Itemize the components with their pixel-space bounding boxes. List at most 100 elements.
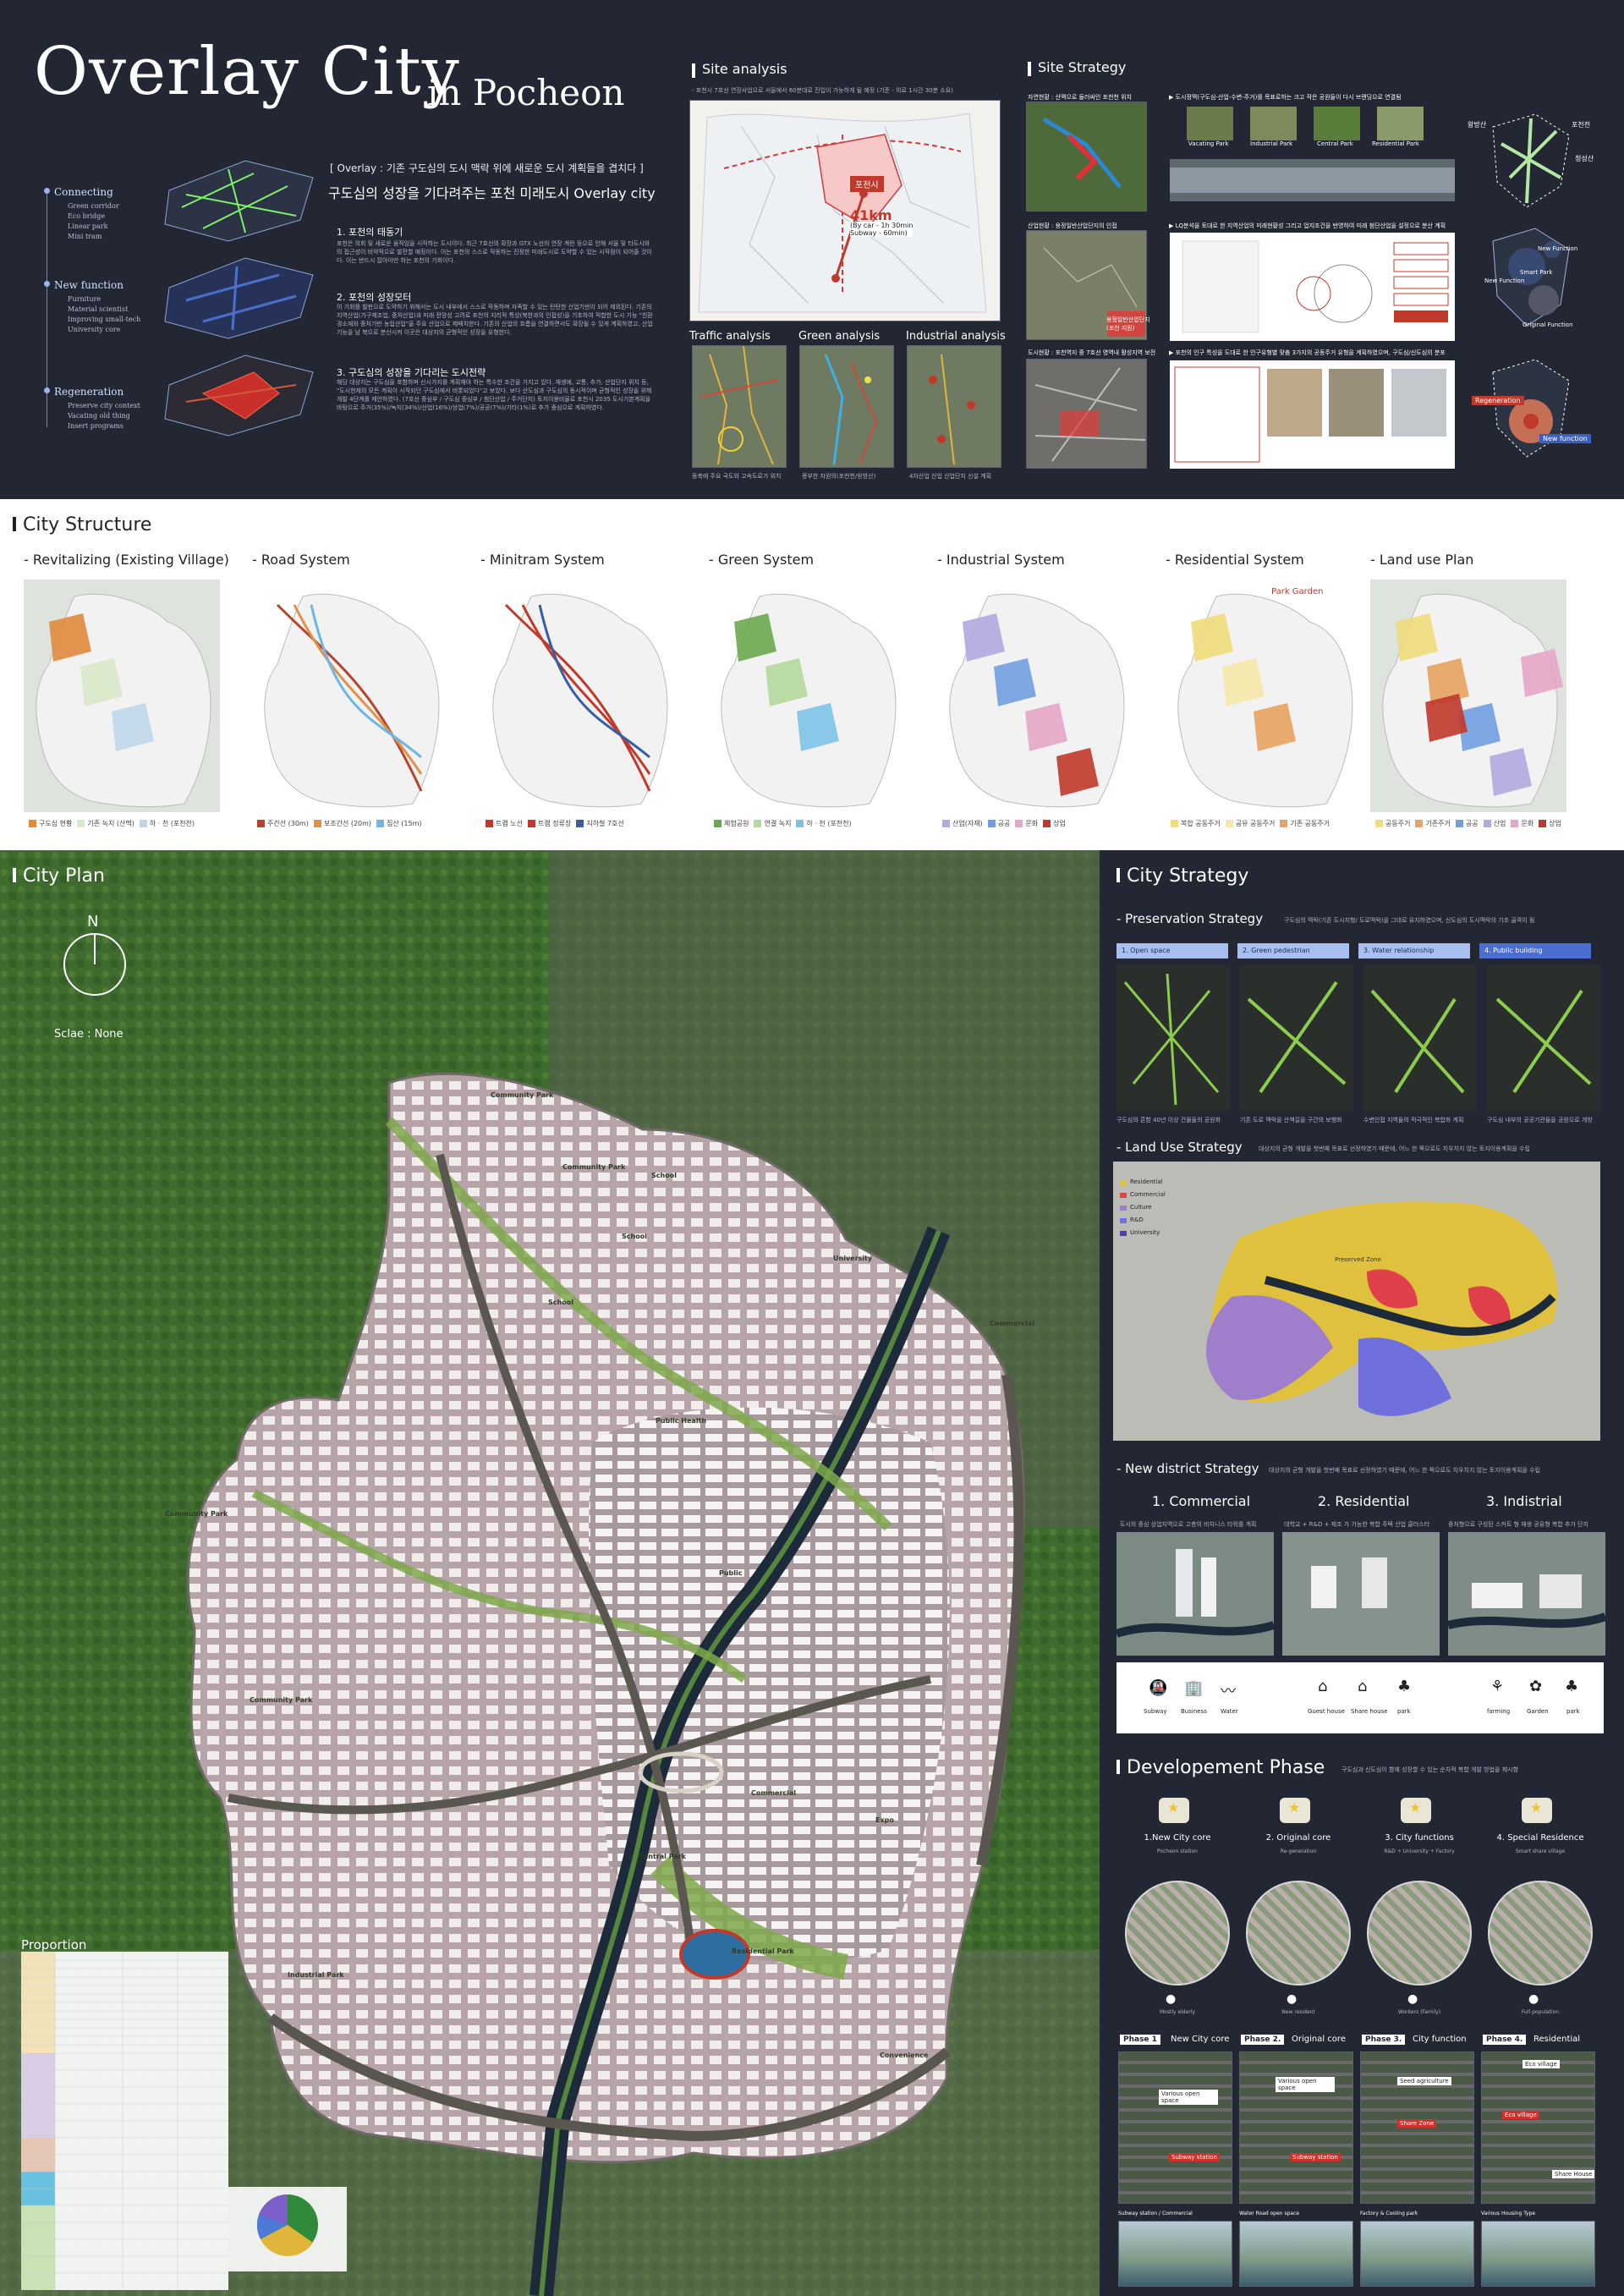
structure-panel-map bbox=[480, 579, 677, 812]
structure-panel-map bbox=[709, 579, 905, 812]
section-body: 포천은 의회 및 새로운 움직임을 시작하는 도시이다. 최근 7호선의 확장과… bbox=[337, 240, 652, 264]
district-industrial-title: 3. Indistrial bbox=[1486, 1493, 1562, 1509]
legend-swatch bbox=[29, 820, 36, 827]
legend-label: 공공 bbox=[997, 820, 1011, 827]
land-use-legend: Culture bbox=[1130, 1204, 1152, 1211]
structure-panel-title: - Green System bbox=[709, 552, 815, 568]
tab-public-building[interactable]: 4. Public building bbox=[1479, 943, 1591, 958]
structure-legend: 체험공원 연결 녹지 하 · 천 (포천천) bbox=[709, 819, 852, 828]
callout-regeneration: Regeneration bbox=[1472, 396, 1524, 405]
section-heading: 3. 구도심의 성장을 기다리는 도시전략 bbox=[337, 367, 486, 378]
icon-label: park bbox=[1566, 1708, 1580, 1715]
phase-map-tag: Eco village bbox=[1522, 2060, 1560, 2068]
legend-swatch bbox=[1015, 820, 1023, 827]
legend-swatch bbox=[754, 820, 762, 827]
layer-item: Eco bridge bbox=[68, 212, 106, 220]
park-icon: ♣ bbox=[1397, 1678, 1412, 1695]
city-strategy-panel: City Strategy - Preservation Strategy 구도… bbox=[1100, 850, 1624, 2296]
legend-swatch bbox=[1483, 820, 1491, 827]
legend-swatch bbox=[257, 820, 265, 827]
park-label: Industrial Park bbox=[1250, 140, 1293, 147]
city-strategy-title: City Strategy bbox=[1116, 865, 1248, 887]
phase-tag: Phase 4. bbox=[1483, 2035, 1527, 2045]
tab-open-space[interactable]: 1. Open space bbox=[1116, 943, 1228, 958]
traffic-analysis-label: Traffic analysis bbox=[689, 330, 771, 343]
legend-swatch bbox=[942, 820, 950, 827]
layer-regeneration-map bbox=[164, 354, 314, 437]
phase-circle-map bbox=[1125, 1881, 1230, 1986]
phase-map-tag: Subway station bbox=[1290, 2153, 1341, 2161]
structure-legend: 공동주거 기존주거 공공 산업 문화 상업 bbox=[1370, 819, 1561, 828]
green-analysis-label: Green analysis bbox=[798, 330, 881, 343]
layer-dot bbox=[44, 281, 50, 287]
people-icon: ● bbox=[1407, 1992, 1418, 2006]
map-label: Convenience bbox=[880, 2052, 929, 2059]
layer-new-function-map bbox=[164, 257, 314, 339]
compass-north: N bbox=[87, 913, 99, 931]
phase-map-tag: Share House bbox=[1552, 2170, 1595, 2178]
structure-panel-map bbox=[24, 579, 220, 812]
poster-subtitle: in Pocheon bbox=[427, 72, 625, 113]
city-structure-title: City Structure bbox=[13, 514, 151, 536]
tab-water-relationship[interactable]: 3. Water relationship bbox=[1358, 943, 1470, 958]
icon-label: Business bbox=[1181, 1708, 1207, 1715]
legend-swatch bbox=[1375, 820, 1383, 827]
map-label: Central Park bbox=[639, 1853, 686, 1860]
callout: Original Function bbox=[1522, 321, 1573, 328]
star-icon: ★ bbox=[1530, 1799, 1543, 1815]
phase-circle-map bbox=[1246, 1881, 1351, 1986]
people-icon: ● bbox=[1287, 1992, 1298, 2006]
regeneration-diagram bbox=[1492, 359, 1570, 458]
phase-render bbox=[1481, 2221, 1595, 2287]
map-label: Residential Park bbox=[732, 1947, 794, 1955]
layer-item: Insert programs bbox=[68, 422, 123, 430]
icon-label: farming bbox=[1487, 1708, 1511, 1715]
phase-render bbox=[1239, 2221, 1353, 2287]
phase-title: Original core bbox=[1292, 2035, 1346, 2044]
icon-label: Garden bbox=[1527, 1708, 1549, 1715]
legend-label: 복합 공동주거 bbox=[1181, 820, 1221, 827]
city-plan-title: City Plan bbox=[13, 865, 105, 887]
legend-swatch bbox=[796, 820, 804, 827]
layer-item: Furniture bbox=[68, 295, 102, 303]
structure-panel-title: - Industrial System bbox=[937, 552, 1065, 568]
map-label: School bbox=[548, 1299, 573, 1306]
tab-green-pedestrian[interactable]: 2. Green pedestrian bbox=[1237, 943, 1349, 958]
preservation-maps bbox=[1116, 965, 1600, 1111]
phase-step-sub: Pocheon station bbox=[1157, 1848, 1198, 1854]
preservation-title: - Preservation Strategy bbox=[1116, 911, 1264, 926]
star-icon: ★ bbox=[1288, 1799, 1301, 1815]
layer-label-connecting: Connecting bbox=[54, 186, 113, 198]
header-band: Overlay City in Pocheon Connecting Green… bbox=[0, 0, 1624, 499]
icon-label: park bbox=[1397, 1708, 1411, 1715]
site-analysis-title: Site analysis bbox=[692, 61, 787, 78]
icon-label: Share house bbox=[1351, 1708, 1388, 1715]
legend-swatch bbox=[486, 820, 493, 827]
phase-step-sub: R&D + University + Factory bbox=[1384, 1848, 1455, 1854]
structure-panel-map bbox=[937, 579, 1133, 812]
district-commercial-title: 1. Commercial bbox=[1152, 1493, 1251, 1509]
callout: 포천천 bbox=[1572, 121, 1591, 129]
park-label: Residential Park bbox=[1372, 140, 1419, 147]
district-residential-title: 2. Residential bbox=[1318, 1493, 1410, 1509]
map-label: Commercial bbox=[990, 1320, 1035, 1327]
phase-step-sub: Re-generation bbox=[1280, 1848, 1317, 1854]
site-strategy-title: Site Strategy bbox=[1028, 59, 1126, 76]
callout-detail: (By car - 1h 30min Subway - 60min) bbox=[850, 222, 914, 237]
land-use-legend: R&D bbox=[1130, 1217, 1144, 1223]
section-heading: 1. 포천의 태동기 bbox=[337, 227, 403, 238]
land-use-strategy-map bbox=[1113, 1162, 1600, 1441]
people-icon: ● bbox=[1528, 1992, 1539, 2006]
city-structure-band: City Structure - Revitalizing (Existing … bbox=[0, 499, 1624, 850]
legend-label: 주간선 (30m) bbox=[267, 820, 309, 827]
layer-dot bbox=[44, 188, 50, 194]
callout: New Function bbox=[1484, 277, 1525, 284]
industrial-complex-badge: 용정일반산업단지 (포천 지원) bbox=[1106, 316, 1150, 332]
structure-panel-title: - Road System bbox=[252, 552, 350, 568]
map-label: Community Park bbox=[562, 1163, 626, 1171]
preservation-note: 구도심의 맥락(기존 도시지형/ 도로맥락)을 그대로 유지하였으며, 신도심의… bbox=[1284, 917, 1535, 924]
legend-swatch bbox=[1415, 820, 1424, 827]
map-label: Community Park bbox=[165, 1510, 228, 1518]
nature-status-map bbox=[1026, 102, 1147, 211]
icon-label: Subway bbox=[1144, 1708, 1167, 1715]
